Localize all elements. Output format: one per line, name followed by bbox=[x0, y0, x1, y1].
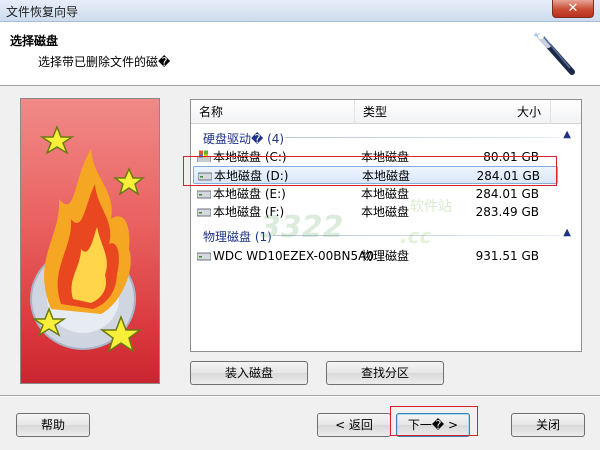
page-title: 选择磁盘 bbox=[10, 34, 59, 48]
list-item[interactable]: 本地磁盘 (E:) 本地磁盘 284.01 GB bbox=[191, 185, 581, 203]
row-type: 本地磁盘 bbox=[361, 205, 410, 219]
watermark-logo: 3322 bbox=[260, 210, 344, 245]
fire-disc-illustration bbox=[30, 124, 146, 353]
row-type: 物理磁盘 bbox=[361, 249, 410, 263]
page-subtitle: 选择带已删除文件的磁� bbox=[38, 55, 171, 69]
watermark-tagline: 软件站 bbox=[410, 199, 452, 215]
window-close-button[interactable]: ✕ bbox=[552, 0, 594, 18]
close-button[interactable]: 关闭 bbox=[511, 413, 585, 437]
watermark-domain: .cc bbox=[400, 224, 432, 248]
list-item[interactable]: 本地磁盘 (F:) 本地磁盘 283.49 GB bbox=[191, 203, 581, 221]
row-size: 283.49 GB bbox=[475, 205, 539, 219]
row-type: 本地磁盘 bbox=[361, 187, 410, 201]
title-bar: 文件恢复向导 ✕ bbox=[0, 0, 600, 22]
wizard-header: 选择磁盘 选择带已删除文件的磁� bbox=[0, 22, 600, 86]
group-divider bbox=[285, 137, 559, 138]
drive-icon bbox=[197, 252, 211, 261]
row-size: 284.01 GB bbox=[475, 187, 539, 201]
disk-list[interactable]: 名称 类型 大小 硬盘驱动� (4) ▲ 本地磁盘 (C:) 本地磁盘 80.0… bbox=[190, 99, 582, 352]
highlight-box-selected-drive bbox=[183, 156, 557, 186]
back-button[interactable]: < 返回 bbox=[317, 413, 391, 437]
mount-disk-button[interactable]: 装入磁盘 bbox=[190, 361, 308, 385]
window-title: 文件恢复向导 bbox=[6, 5, 79, 19]
group-label: 硬盘驱动� (4) bbox=[203, 132, 285, 146]
collapse-chevron-icon[interactable]: ▲ bbox=[563, 129, 571, 140]
row-name: WDC WD10EZEX-00BN5A0 bbox=[213, 249, 374, 263]
help-button[interactable]: 帮助 bbox=[16, 413, 90, 437]
list-item[interactable]: WDC WD10EZEX-00BN5A0 物理磁盘 931.51 GB bbox=[191, 247, 581, 265]
find-partitions-button[interactable]: 查找分区 bbox=[326, 361, 444, 385]
drive-icon bbox=[197, 208, 211, 217]
collapse-chevron-icon[interactable]: ▲ bbox=[563, 227, 571, 238]
footer-separator bbox=[0, 395, 600, 397]
highlight-box-next bbox=[390, 406, 478, 436]
group-physical-disks[interactable]: 物理磁盘 (1) ▲ bbox=[191, 226, 581, 244]
drive-icon bbox=[197, 190, 211, 199]
column-header-size[interactable] bbox=[551, 100, 581, 124]
wizard-illustration bbox=[20, 98, 160, 384]
column-header-name[interactable]: 名称 bbox=[191, 100, 355, 124]
row-name: 本地磁盘 (E:) bbox=[213, 187, 286, 201]
row-size: 931.51 GB bbox=[475, 249, 539, 263]
column-header-size-label: 大小 bbox=[517, 105, 542, 119]
group-hard-drives[interactable]: 硬盘驱动� (4) ▲ bbox=[191, 128, 581, 146]
magic-wand-icon bbox=[534, 32, 575, 75]
